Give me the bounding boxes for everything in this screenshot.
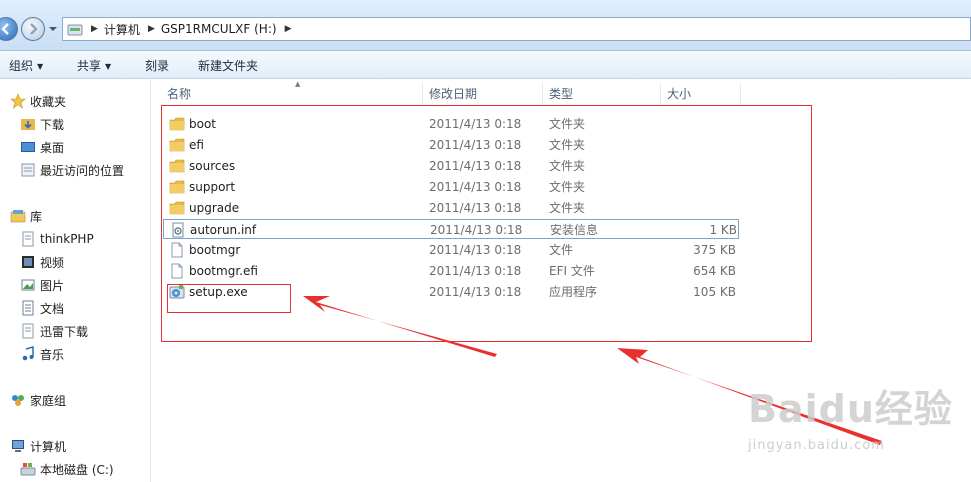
highlight-box-setup-exe <box>167 284 291 313</box>
sidebar-item-thinkphp[interactable]: thinkPHP <box>0 229 94 249</box>
documents-icon <box>22 300 34 316</box>
sidebar-item-label: 下载 <box>40 117 65 132</box>
watermark-brand: Baidu经验 <box>748 387 953 431</box>
computer-icon <box>12 440 24 452</box>
video-icon <box>22 256 34 268</box>
sidebar-item-desktop[interactable]: 桌面 <box>0 137 64 157</box>
breadcrumb-computer[interactable]: 计算机 <box>104 21 140 38</box>
sidebar-item-label: 收藏夹 <box>30 94 67 109</box>
forward-button[interactable] <box>21 17 45 41</box>
document-library-icon <box>22 323 34 339</box>
windows-drive-icon <box>20 463 36 476</box>
command-toolbar: 组织 ▼ 共享 ▼ 刻录 新建文件夹 <box>0 51 971 79</box>
chevron-down-icon: ▼ <box>105 62 112 71</box>
sidebar-item-xunlei-downloads[interactable]: 迅雷下载 <box>0 321 88 341</box>
sort-ascending-icon: ▲ <box>295 80 301 88</box>
forward-arrow-icon <box>30 23 38 35</box>
sidebar-item-computer[interactable]: 计算机 <box>0 436 66 456</box>
organize-label: 组织 <box>9 59 34 73</box>
sidebar-item-label: thinkPHP <box>40 232 94 246</box>
sidebar-item-label: 库 <box>30 209 43 224</box>
sidebar-item-label: 桌面 <box>40 140 65 155</box>
breadcrumb-separator-icon[interactable]: ▶ <box>148 24 155 34</box>
burn-button[interactable]: 刻录 <box>145 57 169 74</box>
watermark-url: jingyan.baidu.com <box>748 438 885 453</box>
homegroup-icon <box>12 395 24 406</box>
sidebar-item-label: 音乐 <box>40 347 65 362</box>
sidebar-item-pictures[interactable]: 图片 <box>0 275 64 295</box>
navigation-pane: 收藏夹 下载 桌面 最近访问的位置 库 thinkPHP 视频 图片 文档 迅雷… <box>0 79 151 482</box>
sidebar-item-libraries[interactable]: 库 <box>0 206 42 226</box>
library-icon <box>10 210 26 223</box>
organize-menu-button[interactable]: 组织 ▼ <box>9 57 43 74</box>
sidebar-item-label: 计算机 <box>30 439 67 454</box>
downloads-folder-icon <box>21 119 35 130</box>
sidebar-item-recent-places[interactable]: 最近访问的位置 <box>0 160 124 180</box>
address-bar-area: ▶ 计算机 ▶ GSP1RMCULXF (H:) ▶ <box>0 0 971 51</box>
sidebar-item-label: 文档 <box>40 301 65 316</box>
pictures-icon <box>21 279 35 291</box>
back-button[interactable] <box>0 17 18 41</box>
address-input[interactable]: ▶ 计算机 ▶ GSP1RMCULXF (H:) ▶ <box>62 17 971 41</box>
sidebar-item-videos[interactable]: 视频 <box>0 252 64 272</box>
sidebar-item-homegroup[interactable]: 家庭组 <box>0 390 66 410</box>
document-library-icon <box>22 231 34 247</box>
share-menu-button[interactable]: 共享 ▼ <box>77 57 111 74</box>
sidebar-item-music[interactable]: 音乐 <box>0 344 64 364</box>
column-header-name[interactable]: 名称 <box>161 83 423 105</box>
column-header-type[interactable]: 类型 <box>543 83 661 105</box>
sidebar-item-favorites[interactable]: 收藏夹 <box>0 91 66 111</box>
music-note-icon <box>22 346 34 361</box>
desktop-icon <box>21 142 35 152</box>
new-folder-button[interactable]: 新建文件夹 <box>198 57 258 74</box>
sidebar-item-label: 家庭组 <box>30 393 67 408</box>
sidebar-item-label: 最近访问的位置 <box>40 163 125 178</box>
back-arrow-icon <box>1 23 9 35</box>
breadcrumb-separator-icon[interactable]: ▶ <box>91 24 98 34</box>
breadcrumb-separator-icon[interactable]: ▶ <box>285 24 292 34</box>
column-header-row: 名称 ▲ 修改日期 类型 大小 <box>161 80 741 105</box>
column-header-date[interactable]: 修改日期 <box>423 83 543 105</box>
sidebar-item-label: 本地磁盘 (C:) <box>40 462 114 477</box>
sidebar-item-downloads[interactable]: 下载 <box>0 114 64 134</box>
recent-places-icon <box>21 163 35 177</box>
sidebar-item-documents[interactable]: 文档 <box>0 298 64 318</box>
star-icon <box>10 93 26 109</box>
recent-pages-dropdown-icon[interactable] <box>48 25 58 33</box>
column-header-size[interactable]: 大小 <box>661 83 741 105</box>
sidebar-item-label: 图片 <box>40 278 65 293</box>
drive-location-icon <box>67 24 83 36</box>
baidu-jingyan-watermark: Baidu经验 jingyan.baidu.com <box>748 378 968 468</box>
sidebar-item-local-disk-c[interactable]: 本地磁盘 (C:) <box>0 459 114 479</box>
sidebar-item-label: 迅雷下载 <box>40 324 89 339</box>
sidebar-item-label: 视频 <box>40 255 65 270</box>
breadcrumb-drive[interactable]: GSP1RMCULXF (H:) <box>161 22 277 36</box>
share-label: 共享 <box>77 59 102 73</box>
chevron-down-icon: ▼ <box>37 62 44 71</box>
